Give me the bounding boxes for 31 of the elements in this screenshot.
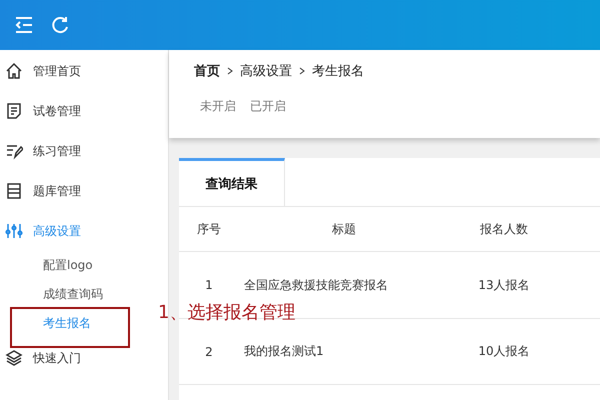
database-icon	[5, 182, 23, 200]
menu-collapse-icon[interactable]	[14, 15, 34, 35]
home-icon	[5, 62, 23, 80]
sidebar-item[interactable]: 题库管理	[0, 171, 168, 211]
column-header: 报名人数	[449, 207, 559, 252]
submenu-item[interactable]: 成绩查询码	[43, 280, 103, 309]
breadcrumb-item[interactable]: 高级设置	[240, 62, 292, 80]
submenu-item[interactable]: 配置logo	[43, 251, 93, 280]
column-header: 标题	[239, 207, 449, 252]
sidebar-item[interactable]: 快速入门	[0, 338, 168, 378]
sidebar-item[interactable]: 练习管理	[0, 131, 168, 171]
filter-tab[interactable]: 已开启	[250, 98, 286, 115]
breadcrumb-item: 考生报名	[312, 63, 364, 80]
sidebar-item[interactable]: 高级设置	[0, 211, 168, 251]
refresh-icon[interactable]	[50, 15, 70, 35]
table-cell: 13人报名	[449, 252, 559, 319]
table-cell: 我的报名测试1	[239, 319, 449, 385]
sidebar-item[interactable]: 管理首页	[0, 51, 168, 91]
chevron-icon	[298, 67, 306, 75]
sidebar-item[interactable]: 试卷管理	[0, 91, 168, 131]
layers-icon	[5, 349, 23, 367]
results-tab[interactable]: 查询结果	[179, 158, 285, 206]
filter-tab[interactable]: 未开启	[200, 98, 236, 115]
submenu-item[interactable]: 考生报名	[43, 309, 91, 338]
document-icon	[5, 102, 23, 120]
table-cell: 10人报名	[449, 319, 559, 385]
breadcrumb-item[interactable]: 首页	[194, 62, 220, 80]
column-header: 序号	[179, 207, 239, 252]
sliders-icon	[5, 222, 23, 240]
chevron-icon	[226, 67, 234, 75]
table-cell: 2	[179, 319, 239, 385]
